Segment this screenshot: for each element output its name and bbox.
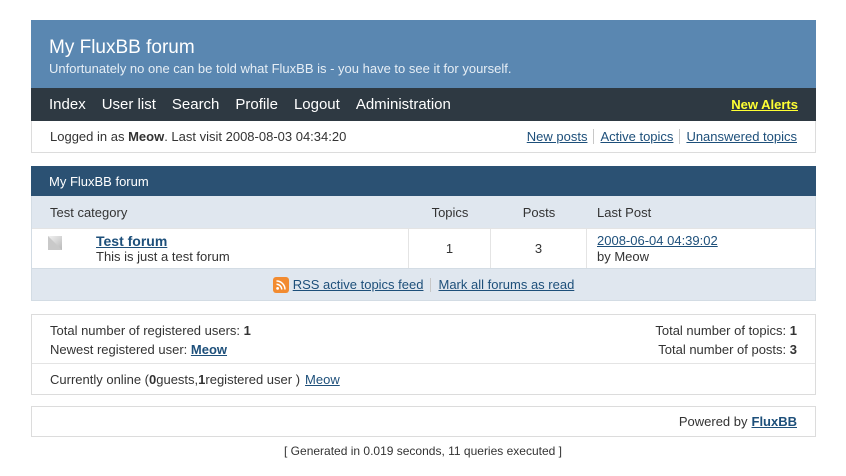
forum-info: Test forum This is just a test forum [96,233,230,264]
main-menu: Index User list Search Profile Logout Ad… [31,88,816,121]
last-visit: . Last visit 2008-08-03 04:34:20 [164,129,347,144]
column-posts: Posts [522,204,556,220]
stats-right: Total number of topics: 1 Total number o… [655,321,797,363]
newest-user-link[interactable]: Meow [191,342,227,357]
mark-all-read-link[interactable]: Mark all forums as read [438,277,574,292]
forum-last-post: 2008-06-04 04:39:02 by Meow [587,229,815,268]
online-prefix: Currently online ( [50,371,149,387]
active-topics-link[interactable]: Active topics [593,129,679,144]
total-posts-value: 3 [789,342,797,357]
column-last-post: Last Post [597,204,652,220]
forum-block-title: My FluxBB forum [49,173,149,189]
unanswered-topics-link[interactable]: Unanswered topics [679,129,797,144]
quick-links: New posts Active topics Unanswered topic… [527,129,797,144]
menu-administration[interactable]: Administration [356,96,451,113]
column-topics: Topics [431,204,469,220]
newest-user-stat: Newest registered user: Meow [50,340,251,359]
menu-search[interactable]: Search [172,96,220,113]
last-post-link[interactable]: 2008-06-04 04:39:02 [597,233,815,249]
menu-logout[interactable]: Logout [294,96,340,113]
rss-icon[interactable] [272,276,289,293]
online-list: Currently online ( 0 guests, 1 registere… [32,364,815,394]
link-separator [430,277,432,292]
registered-users-stat: Total number of registered users: 1 [50,321,251,340]
online-user-link[interactable]: Meow [305,372,340,387]
stats-summary: Total number of registered users: 1 Newe… [32,315,815,364]
total-topics-label: Total number of topics: [655,323,790,338]
online-registered-label: registered user ) [205,371,301,387]
menu-index[interactable]: Index [49,96,86,113]
total-topics-value: 1 [789,323,797,338]
last-post-author: by Meow [597,248,650,264]
total-posts-stat: Total number of posts: 3 [655,340,797,359]
newest-user-label: Newest registered user: [50,342,191,357]
total-posts-label: Total number of posts: [658,342,790,357]
new-posts-link[interactable]: New posts [527,129,594,144]
online-guests-label: guests, [156,371,199,387]
forum-table: Test category Topics Posts Last Post Tes… [31,196,816,301]
total-topics-stat: Total number of topics: 1 [655,321,797,340]
powered-by-bar: Powered by FluxBB [31,406,816,437]
rss-feed-link[interactable]: RSS active topics feed [293,277,424,292]
board-header: My FluxBB forum Unfortunately no one can… [31,20,816,88]
forum-row: Test forum This is just a test forum 1 3… [32,228,815,268]
generation-info: [ Generated in 0.019 seconds, 11 queries… [284,444,562,458]
online-registered-count: 1 [198,371,206,387]
category-name: Test category [50,204,128,220]
logged-in-user: Meow [128,129,165,144]
forum-status-icon [48,236,62,250]
fluxbb-link[interactable]: FluxBB [752,414,798,429]
forum-cell: Test forum This is just a test forum [32,229,409,268]
forum-topics-count: 1 [409,229,491,268]
menu-profile[interactable]: Profile [235,96,278,113]
logged-in-label: Logged in as [50,129,129,144]
new-alerts-link[interactable]: New Alerts [731,97,798,112]
status-bar: Logged in as Meow. Last visit 2008-08-03… [31,121,816,153]
category-header-row: Test category Topics Posts Last Post [32,196,815,228]
board-description: Unfortunately no one can be told what Fl… [49,61,512,76]
forum-title-link[interactable]: Test forum [96,233,167,249]
login-status: Logged in as Meow. Last visit 2008-08-03… [50,129,346,144]
online-guests-count: 0 [149,371,157,387]
board-stats: Total number of registered users: 1 Newe… [31,314,816,395]
menu-user-list[interactable]: User list [102,96,156,113]
board-title: My FluxBB forum [49,37,195,58]
forum-posts-count: 3 [491,229,587,268]
forum-block-heading: My FluxBB forum [31,166,816,196]
registered-users-label: Total number of registered users: [50,323,244,338]
powered-by-label: Powered by [678,414,748,429]
feed-row: RSS active topics feed Mark all forums a… [32,268,815,301]
registered-users-value: 1 [243,323,251,338]
forum-description: This is just a test forum [96,249,230,264]
stats-left: Total number of registered users: 1 Newe… [50,321,251,363]
